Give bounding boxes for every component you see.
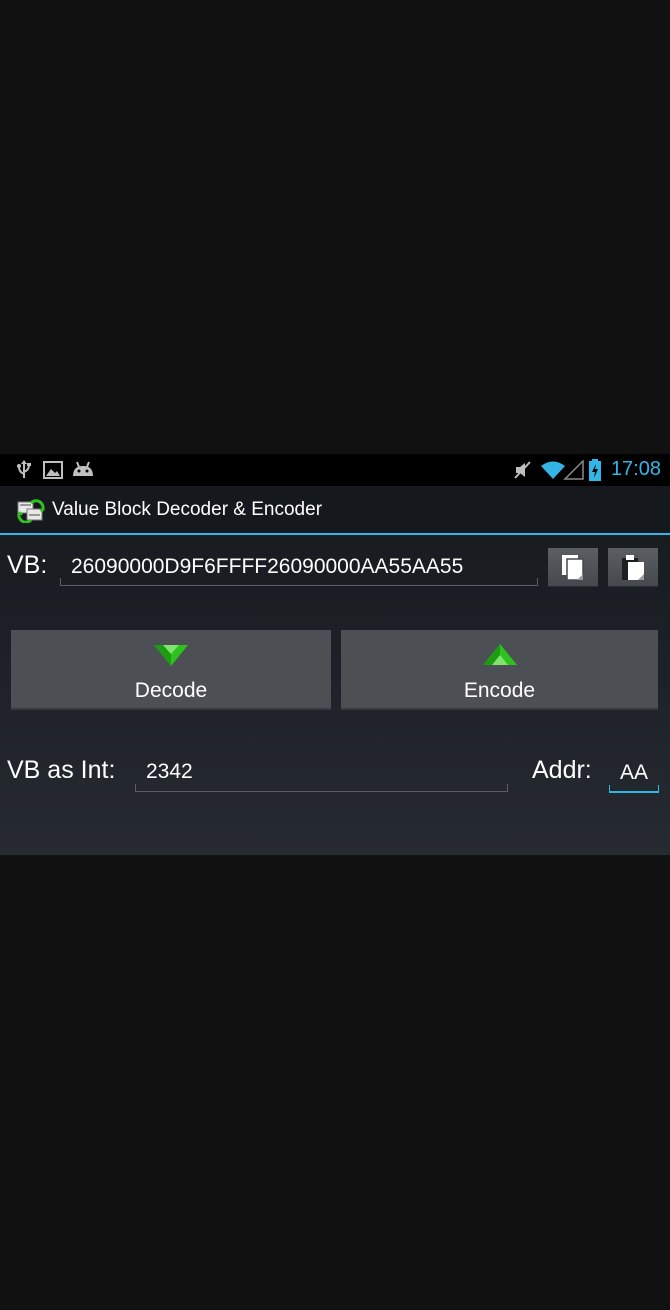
status-time: 17:08 (610, 458, 661, 480)
copy-icon (562, 555, 584, 581)
signal-icon (563, 460, 584, 480)
usb-icon (17, 460, 31, 478)
mute-icon (514, 461, 531, 479)
background-top (0, 0, 670, 454)
paste-button[interactable] (608, 548, 658, 587)
arrow-up-icon (482, 644, 517, 665)
vb-int-input[interactable]: 2342 (135, 760, 508, 784)
battery-charging-icon (589, 459, 601, 481)
vb-input-underline (60, 578, 538, 586)
value-block-dialog: 17:08 Value Block Decoder & Encoder VB: … (0, 454, 670, 855)
background-bottom (0, 855, 670, 1310)
encode-label: Encode (463, 679, 536, 702)
status-bar: 17:08 (0, 454, 670, 486)
vb-input[interactable]: 26090000D9F6FFFF26090000AA55AA55 (60, 555, 538, 579)
decode-button[interactable]: Decode (11, 630, 331, 710)
arrow-down-icon (154, 645, 188, 666)
android-debug-icon (73, 461, 93, 476)
vb-int-input-underline (135, 784, 508, 792)
encode-button[interactable]: Encode (341, 630, 658, 710)
vb-int-label: VB as Int: (7, 756, 116, 784)
addr-label: Addr: (532, 756, 592, 784)
app-icon (17, 499, 45, 523)
title-divider (0, 533, 670, 535)
addr-input[interactable]: AA (609, 761, 659, 785)
image-notification-icon (43, 461, 63, 479)
action-bar: Value Block Decoder & Encoder (0, 486, 670, 534)
addr-input-underline (609, 785, 659, 793)
paste-icon (622, 555, 644, 580)
copy-button[interactable] (548, 548, 598, 587)
decode-label: Decode (134, 679, 208, 702)
app-title: Value Block Decoder & Encoder (52, 499, 323, 520)
vb-label: VB: (7, 551, 48, 579)
